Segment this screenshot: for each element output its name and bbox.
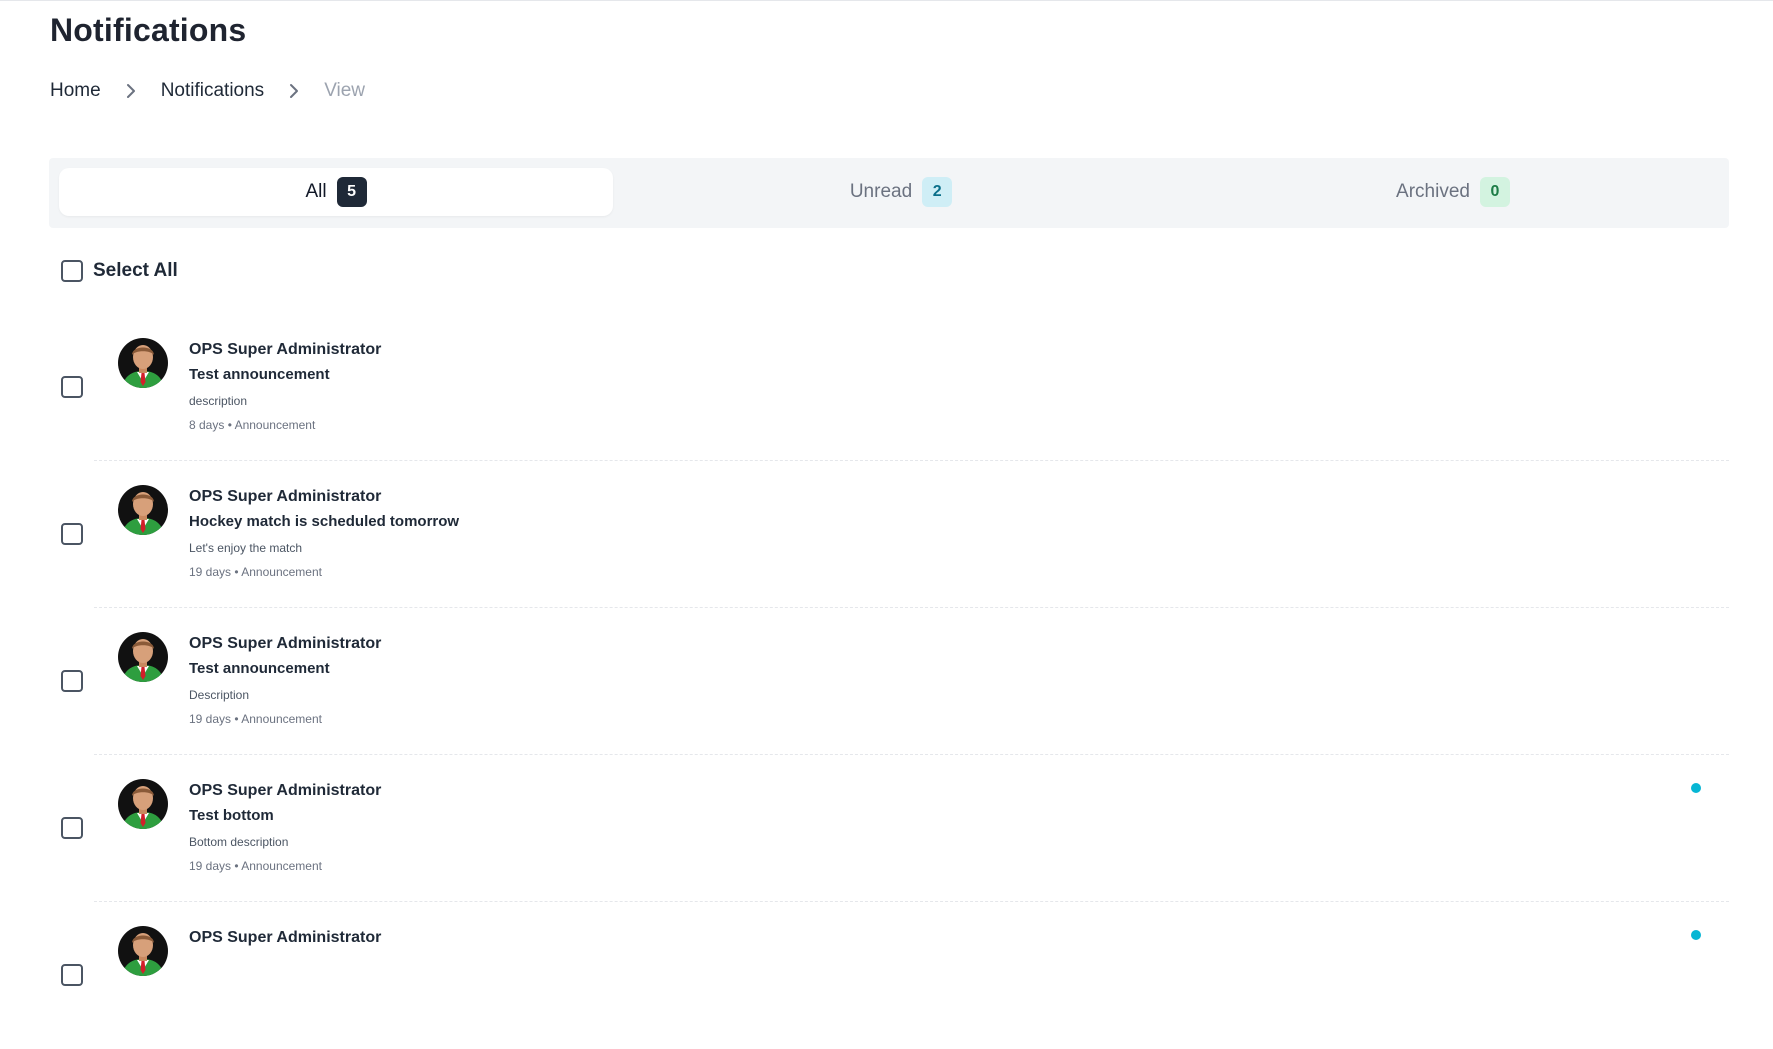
avatar (118, 926, 168, 976)
notification-type: Announcement (241, 565, 322, 579)
avatar (118, 632, 168, 682)
notification-item[interactable]: OPS Super Administrator Test announcemen… (49, 314, 1729, 461)
notification-age: 19 days (189, 565, 232, 579)
tab-unread[interactable]: Unread 2 (625, 168, 1177, 216)
notification-age: 19 days (189, 712, 232, 726)
tab-archived-count-badge: 0 (1479, 177, 1510, 207)
notification-sender: OPS Super Administrator (189, 929, 382, 946)
notification-description: Bottom description (189, 835, 289, 849)
notification-sender: OPS Super Administrator (189, 488, 382, 505)
notification-subject: Hockey match is scheduled tomorrow (189, 513, 460, 530)
notification-sender: OPS Super Administrator (189, 635, 382, 652)
notification-subject: Test announcement (189, 366, 330, 383)
notification-age: 8 days (189, 418, 225, 432)
select-all-label: Select All (93, 260, 178, 281)
notification-sender: OPS Super Administrator (189, 341, 382, 358)
avatar (118, 485, 168, 535)
notification-meta: 19 days • Announcement (189, 711, 381, 727)
notification-item[interactable]: OPS Super Administrator Test bottom Bott… (49, 755, 1729, 902)
notification-item[interactable]: OPS Super Administrator (49, 902, 1729, 1049)
breadcrumb-notifications[interactable]: Notifications (161, 80, 265, 102)
notification-meta: 19 days • Announcement (189, 564, 459, 580)
notification-subject: Test announcement (189, 660, 330, 677)
meta-separator: • (227, 418, 232, 432)
notification-list: OPS Super Administrator Test announcemen… (49, 314, 1729, 1049)
notification-tabs: All 5 Unread 2 Archived 0 (49, 158, 1729, 228)
unread-indicator-dot (1691, 783, 1701, 793)
notification-description: Let's enjoy the match (189, 541, 303, 555)
avatar (118, 779, 168, 829)
notification-content: OPS Super Administrator (189, 928, 381, 948)
notification-content: OPS Super Administrator Test announcemen… (189, 634, 381, 727)
select-all-checkbox[interactable] (61, 260, 83, 282)
notification-item[interactable]: OPS Super Administrator Test announcemen… (49, 608, 1729, 755)
chevron-right-icon (264, 83, 324, 99)
tab-unread-count-badge: 2 (922, 177, 953, 207)
tab-archived-label: Archived (1396, 181, 1470, 202)
breadcrumb: Home Notifications View (50, 80, 365, 102)
notification-checkbox[interactable] (61, 523, 83, 545)
tab-all-label: All (305, 181, 327, 202)
select-all: Select All (61, 260, 178, 282)
notification-checkbox[interactable] (61, 817, 83, 839)
meta-separator: • (234, 859, 239, 873)
breadcrumb-view: View (324, 80, 366, 101)
breadcrumb-home[interactable]: Home (50, 80, 101, 102)
notification-checkbox[interactable] (61, 376, 83, 398)
unread-indicator-dot (1691, 930, 1701, 940)
notification-content: OPS Super Administrator Test bottom Bott… (189, 781, 381, 874)
meta-separator: • (234, 712, 239, 726)
notification-meta: 19 days • Announcement (189, 858, 381, 874)
top-border (0, 0, 1773, 1)
notification-item[interactable]: OPS Super Administrator Hockey match is … (49, 461, 1729, 608)
avatar (118, 338, 168, 388)
notification-sender: OPS Super Administrator (189, 782, 382, 799)
notification-description: Description (189, 688, 250, 702)
notification-age: 19 days (189, 859, 232, 873)
notification-type: Announcement (234, 418, 316, 432)
notification-checkbox[interactable] (61, 964, 83, 986)
page-title: Notifications (50, 12, 247, 48)
chevron-right-icon (101, 83, 161, 99)
tab-unread-label: Unread (849, 181, 913, 202)
notification-content: OPS Super Administrator Test announcemen… (189, 340, 381, 433)
meta-separator: • (234, 565, 239, 579)
tab-all[interactable]: All 5 (59, 168, 613, 216)
notification-subject: Test bottom (189, 807, 274, 824)
notification-type: Announcement (241, 712, 322, 726)
tab-archived[interactable]: Archived 0 (1177, 168, 1729, 216)
notification-content: OPS Super Administrator Hockey match is … (189, 487, 459, 580)
notification-checkbox[interactable] (61, 670, 83, 692)
tab-all-count-badge: 5 (336, 177, 367, 207)
notification-description: description (189, 394, 248, 408)
notification-type: Announcement (241, 859, 322, 873)
notification-meta: 8 days • Announcement (189, 417, 381, 433)
